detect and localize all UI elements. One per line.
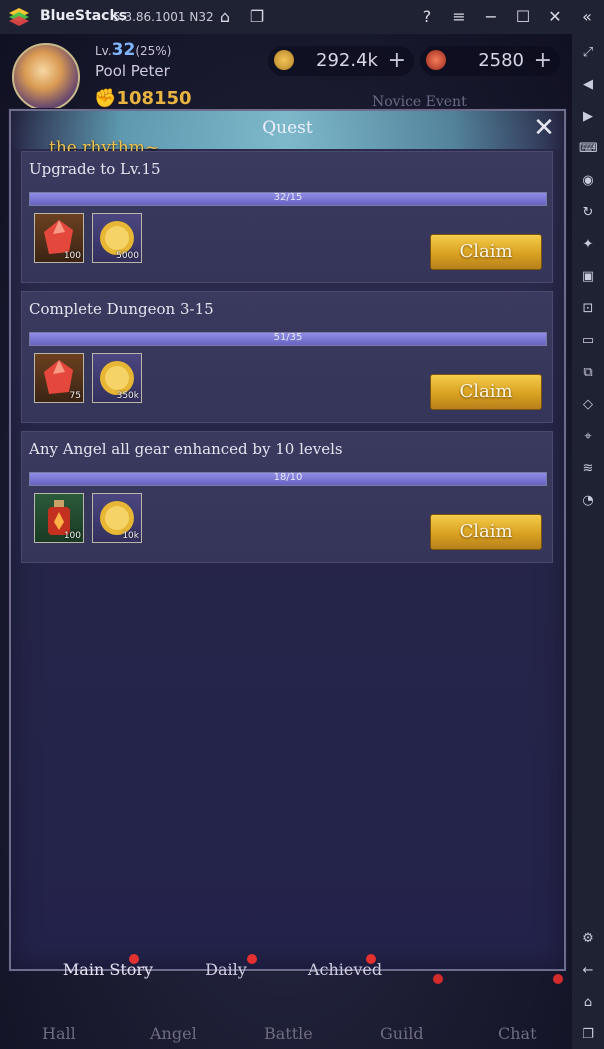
volume-icon[interactable]: ◀ <box>579 76 597 94</box>
nav-angel[interactable]: Angel <box>150 1024 197 1043</box>
guild-notification-dot <box>433 974 443 984</box>
nav-battle[interactable]: Battle <box>264 1024 313 1043</box>
gem-value: 2580 <box>478 50 524 71</box>
reward-quantity: 10k <box>122 531 139 541</box>
gem-currency: 2580 + <box>420 46 560 76</box>
android-home-icon[interactable]: ⌂ <box>579 994 597 1012</box>
quest-progress-bar: 32/15 <box>29 192 547 206</box>
macro-play-icon[interactable]: ◉ <box>579 172 597 190</box>
screenshot-icon[interactable]: ⊡ <box>579 300 597 318</box>
quest-title: Upgrade to Lv.15 <box>29 160 161 178</box>
reward-quantity: 100 <box>63 531 81 541</box>
player-power: ✊108150 <box>94 88 192 109</box>
reward-item[interactable]: 75 <box>34 353 84 403</box>
maximize-icon[interactable]: ☐ <box>512 6 534 28</box>
notification-dot <box>129 954 139 964</box>
reward-quantity: 350k <box>116 391 139 401</box>
player-name: Pool Peter <box>95 62 170 80</box>
quest-progress-text: 32/15 <box>273 192 303 203</box>
eco-mode-icon[interactable]: ◔ <box>579 492 597 510</box>
settings-icon[interactable]: ⚙ <box>579 930 597 948</box>
player-level: Lv.32(25%) <box>95 40 171 60</box>
multi-instance-icon[interactable]: ❐ <box>246 6 268 28</box>
rotate-icon[interactable]: ↻ <box>579 204 597 222</box>
gold-value: 292.4k <box>316 50 378 71</box>
home-icon[interactable]: ⌂ <box>214 6 236 28</box>
event-banner[interactable]: Novice Event <box>372 94 467 110</box>
add-gold-button[interactable]: + <box>388 46 406 76</box>
apk-install-icon[interactable]: ▣ <box>579 268 597 286</box>
close-window-icon[interactable]: ✕ <box>544 6 566 28</box>
keyboard-icon[interactable]: ⌨ <box>579 140 598 158</box>
nav-hall[interactable]: Hall <box>42 1024 76 1043</box>
gamepad-icon[interactable]: ✦ <box>579 236 597 254</box>
menu-icon[interactable]: ≡ <box>448 6 470 28</box>
reward-item[interactable]: 100 <box>34 213 84 263</box>
bluestacks-logo-icon <box>9 8 29 26</box>
tab-main-story[interactable]: Main Story <box>47 950 169 996</box>
notification-dot <box>247 954 257 964</box>
gold-coin-icon <box>274 50 294 70</box>
level-prefix: Lv. <box>95 44 112 58</box>
dialog-title: Quest <box>262 118 313 138</box>
tab-daily[interactable]: Daily <box>165 950 287 996</box>
reward-quantity: 75 <box>69 391 81 401</box>
claim-button[interactable]: Claim <box>430 234 542 270</box>
quest-title: Any Angel all gear enhanced by 10 levels <box>29 440 343 458</box>
add-gems-button[interactable]: + <box>534 46 552 76</box>
bluestacks-sidebar: ⤢ ◀ ▶ ⌨ ◉ ↻ ✦ ▣ ⊡ ▭ ⧉ ◇ ⌖ ≋ ◔ ⚙ ← ⌂ ❐ <box>572 34 604 1049</box>
minimize-icon[interactable]: − <box>480 6 502 28</box>
quest-title: Complete Dungeon 3-15 <box>29 300 214 318</box>
fullscreen-icon[interactable]: ⤢ <box>579 44 597 62</box>
reward-item[interactable]: 10k <box>92 493 142 543</box>
screen-record-icon[interactable]: ▶ <box>579 108 597 126</box>
red-gem-icon <box>426 50 446 70</box>
quest-progress-bar: 18/10 <box>29 472 547 486</box>
claim-button[interactable]: Claim <box>430 514 542 550</box>
power-value: 108150 <box>116 88 192 109</box>
layers-icon[interactable]: ≋ <box>579 460 597 478</box>
tab-label: Achieved <box>307 960 383 979</box>
quest-card: Complete Dungeon 3-15 51/35 75 350k Clai… <box>21 291 553 423</box>
player-avatar[interactable] <box>12 43 80 111</box>
recent-apps-icon[interactable]: ❐ <box>579 1026 597 1044</box>
fist-icon: ✊ <box>94 88 117 109</box>
back-icon[interactable]: ← <box>579 962 597 980</box>
location-icon[interactable]: ⌖ <box>579 428 597 446</box>
app-version: 5.3.86.1001 N32 <box>113 10 214 24</box>
level-number: 32 <box>111 40 136 60</box>
tab-label: Daily <box>205 960 247 979</box>
quest-card: Any Angel all gear enhanced by 10 levels… <box>21 431 553 563</box>
nav-chat[interactable]: Chat <box>498 1024 537 1043</box>
multi-window-icon[interactable]: ⧉ <box>579 364 597 382</box>
help-icon[interactable]: ? <box>416 6 438 28</box>
quest-dialog: Quest the rhythm~ ✕ Upgrade to Lv.15 32/… <box>9 109 566 971</box>
chat-notification-dot <box>553 974 563 984</box>
tab-label: Main Story <box>62 960 154 979</box>
claim-button[interactable]: Claim <box>430 374 542 410</box>
quest-progress-text: 51/35 <box>273 332 303 343</box>
reward-item[interactable]: 5000 <box>92 213 142 263</box>
quest-progress-bar: 51/35 <box>29 332 547 346</box>
close-icon[interactable]: ✕ <box>531 115 557 141</box>
notification-dot <box>366 954 376 964</box>
reward-quantity: 5000 <box>116 251 139 261</box>
folder-icon[interactable]: ▭ <box>579 332 597 350</box>
tab-achieved[interactable]: Achieved <box>284 950 406 996</box>
gold-currency: 292.4k + <box>268 46 414 76</box>
reward-item[interactable]: 100 <box>34 493 84 543</box>
reward-quantity: 100 <box>63 251 81 261</box>
erase-icon[interactable]: ◇ <box>579 396 597 414</box>
level-percent: (25%) <box>135 44 172 58</box>
title-bar: BlueStacks 5.3.86.1001 N32 ⌂ ❐ ? ≡ − ☐ ✕… <box>0 0 604 34</box>
quest-card: Upgrade to Lv.15 32/15 100 5000 Claim <box>21 151 553 283</box>
quest-progress-text: 18/10 <box>273 472 303 483</box>
nav-guild[interactable]: Guild <box>380 1024 424 1043</box>
collapse-sidebar-icon[interactable]: « <box>576 6 598 28</box>
reward-item[interactable]: 350k <box>92 353 142 403</box>
